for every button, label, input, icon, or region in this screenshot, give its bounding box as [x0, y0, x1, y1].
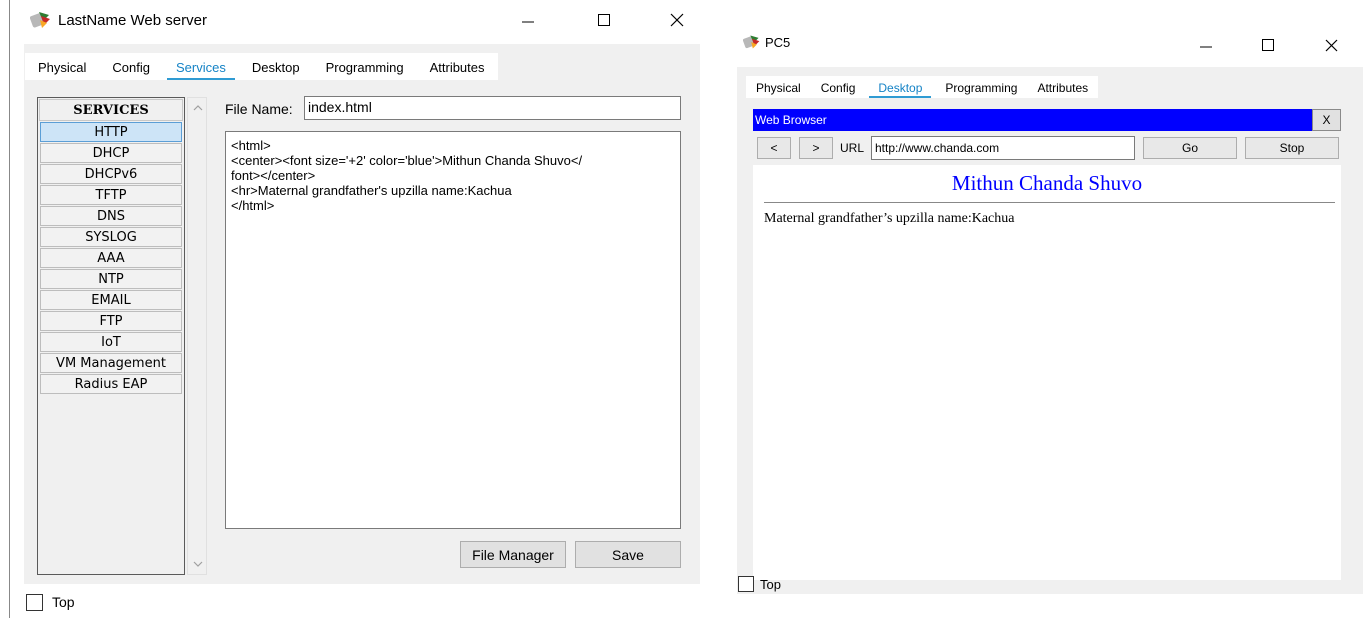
page-divider — [764, 202, 1335, 203]
minimize-icon — [522, 21, 534, 23]
minimize-icon — [1200, 46, 1212, 48]
services-header: SERVICES — [39, 99, 183, 121]
server-tabs: Physical Config Services Desktop Program… — [25, 53, 498, 82]
service-radius-eap[interactable]: Radius EAP — [40, 374, 182, 394]
pc-window: PC5 Physical Config Desktop Programming … — [735, 22, 1369, 618]
maximize-icon — [1262, 39, 1274, 51]
file-name-input[interactable]: index.html — [304, 96, 681, 120]
maximize-icon — [598, 14, 610, 26]
service-ntp[interactable]: NTP — [40, 269, 182, 289]
file-content-editor[interactable]: <html> <center><font size='+2' color='bl… — [225, 131, 681, 529]
server-top-label: Top — [52, 594, 75, 610]
server-maximize-button[interactable] — [581, 0, 627, 40]
packet-tracer-icon — [743, 35, 760, 49]
go-button[interactable]: Go — [1143, 137, 1237, 159]
pc-desktop-panel: Web Browser X < > URL http://www.chanda.… — [737, 98, 1363, 594]
server-window: LastName Web server Physical Config Serv… — [0, 0, 712, 618]
pc-tab-attributes[interactable]: Attributes — [1027, 76, 1098, 100]
pc-tab-programming[interactable]: Programming — [935, 76, 1027, 100]
service-syslog[interactable]: SYSLOG — [40, 227, 182, 247]
left-edge-line — [9, 0, 10, 618]
services-list: SERVICES HTTP DHCP DHCPv6 TFTP DNS SYSLO… — [37, 97, 185, 575]
browser-viewport: Mithun Chanda Shuvo Maternal grandfather… — [753, 165, 1341, 580]
url-input[interactable]: http://www.chanda.com — [871, 136, 1135, 160]
service-ftp[interactable]: FTP — [40, 311, 182, 331]
close-icon — [670, 13, 684, 27]
pc-close-button[interactable] — [1308, 25, 1354, 65]
pc-tab-physical[interactable]: Physical — [746, 76, 811, 100]
server-tab-config[interactable]: Config — [99, 53, 163, 82]
pc-minimize-button[interactable] — [1183, 25, 1229, 65]
service-dhcp[interactable]: DHCP — [40, 143, 182, 163]
server-minimize-button[interactable] — [505, 0, 551, 40]
pc-top-checkbox[interactable] — [738, 576, 754, 592]
forward-button[interactable]: > — [799, 137, 833, 159]
web-browser-titlebar: Web Browser — [753, 109, 1312, 131]
back-button[interactable]: < — [757, 137, 791, 159]
service-tftp[interactable]: TFTP — [40, 185, 182, 205]
scroll-up-icon[interactable] — [192, 102, 204, 114]
url-label: URL — [840, 141, 865, 155]
file-name-label: File Name: — [225, 101, 293, 117]
pc-tab-config[interactable]: Config — [811, 76, 866, 100]
server-tab-physical[interactable]: Physical — [25, 53, 99, 82]
service-dhcpv6[interactable]: DHCPv6 — [40, 164, 182, 184]
service-aaa[interactable]: AAA — [40, 248, 182, 268]
page-heading: Mithun Chanda Shuvo — [951, 171, 1143, 195]
stop-button[interactable]: Stop — [1245, 137, 1339, 159]
service-vm-management[interactable]: VM Management — [40, 353, 182, 373]
server-window-title: LastName Web server — [58, 11, 207, 29]
pc-tabs: Physical Config Desktop Programming Attr… — [746, 76, 1099, 100]
server-tab-desktop[interactable]: Desktop — [239, 53, 313, 82]
services-scrollbar[interactable] — [187, 97, 207, 575]
page-text: Maternal grandfather’s upzilla name:Kach… — [764, 211, 1015, 226]
server-tab-attributes[interactable]: Attributes — [417, 53, 498, 82]
service-http[interactable]: HTTP — [40, 122, 182, 142]
scroll-down-icon[interactable] — [192, 558, 204, 570]
close-icon — [1325, 39, 1337, 51]
server-tab-programming[interactable]: Programming — [313, 53, 417, 82]
service-dns[interactable]: DNS — [40, 206, 182, 226]
server-top-checkbox[interactable] — [26, 594, 43, 611]
server-close-button[interactable] — [654, 0, 700, 40]
services-panel: SERVICES HTTP DHCP DHCPv6 TFTP DNS SYSLO… — [24, 80, 700, 584]
web-browser-close-button[interactable]: X — [1312, 109, 1341, 131]
packet-tracer-icon — [30, 12, 50, 28]
service-email[interactable]: EMAIL — [40, 290, 182, 310]
pc-window-title: PC5 — [765, 34, 791, 50]
pc-maximize-button[interactable] — [1245, 25, 1291, 65]
pc-top-label: Top — [760, 577, 781, 592]
file-manager-button[interactable]: File Manager — [460, 541, 566, 568]
server-tab-services[interactable]: Services — [163, 53, 239, 82]
save-button[interactable]: Save — [575, 541, 681, 568]
service-iot[interactable]: IoT — [40, 332, 182, 352]
pc-tab-desktop[interactable]: Desktop — [865, 76, 935, 100]
